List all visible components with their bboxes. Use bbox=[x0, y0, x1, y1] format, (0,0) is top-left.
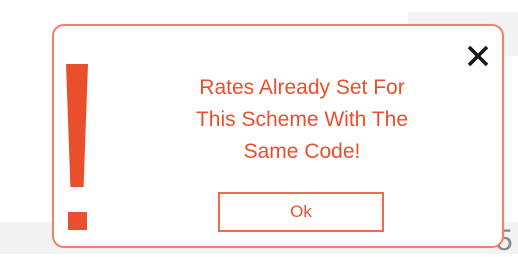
alert-message-line: This Scheme With The bbox=[195, 108, 409, 131]
alert-message-line: Same Code! bbox=[243, 140, 361, 163]
alert-dialog: Rates Already Set For This Scheme With T… bbox=[52, 24, 504, 248]
close-icon[interactable] bbox=[464, 42, 492, 70]
close-icon-graphic bbox=[467, 45, 489, 67]
exclamation-icon-bar bbox=[66, 64, 88, 187]
exclamation-icon bbox=[62, 64, 96, 230]
ok-button[interactable]: Ok bbox=[218, 192, 384, 232]
alert-message: Rates Already Set For This Scheme With T… bbox=[154, 72, 450, 168]
alert-message-line: Rates Already Set For bbox=[199, 76, 405, 99]
exclamation-icon-dot bbox=[68, 212, 87, 230]
